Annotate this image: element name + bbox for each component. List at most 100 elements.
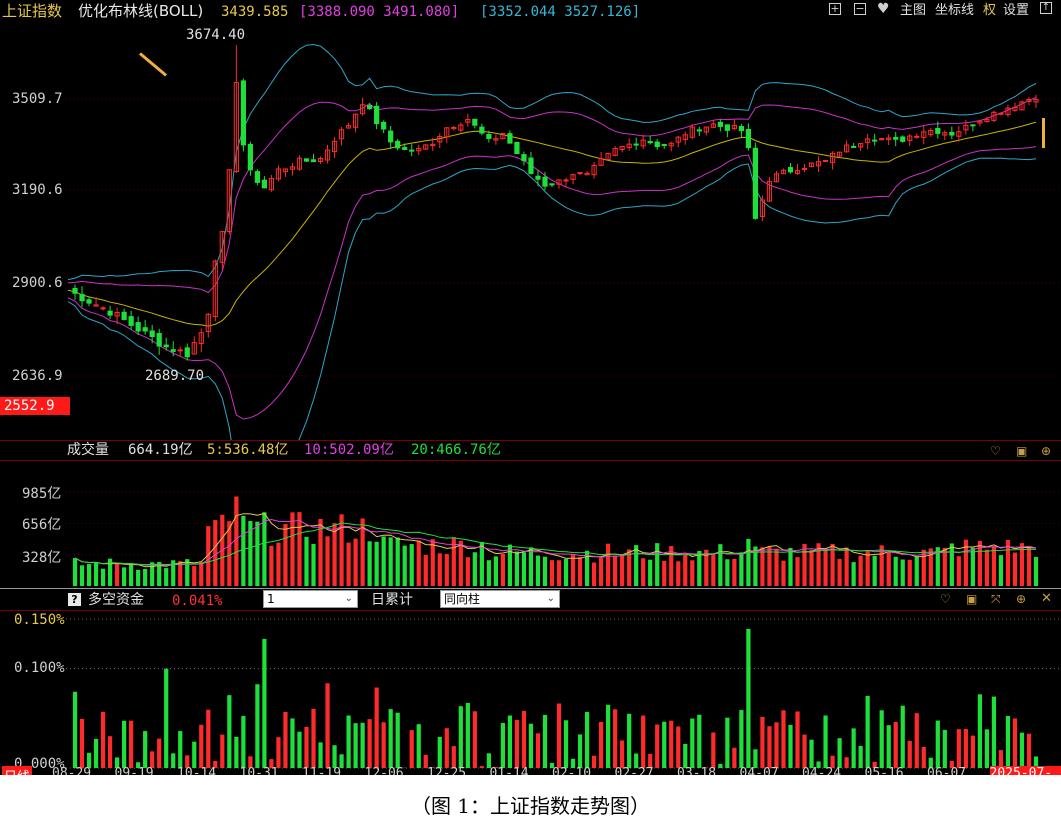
volume-bar <box>290 512 295 586</box>
date-tick-label: 05-16 <box>864 766 904 775</box>
volume-bar <box>914 556 919 586</box>
fund-flow-bar <box>591 755 597 768</box>
fund-flow-bar <box>325 683 330 768</box>
fund-flow-bar <box>921 746 926 768</box>
volume-bar <box>388 537 393 586</box>
fund-flow-bar <box>93 738 99 768</box>
menu-settings[interactable]: 设置 <box>1003 3 1029 19</box>
candle-body <box>563 179 569 182</box>
candle-body <box>402 147 408 151</box>
candle-body <box>900 136 906 142</box>
expand-icon[interactable]: ↑ <box>1040 2 1052 14</box>
fund-flow-bar <box>528 723 534 768</box>
candle-body <box>654 141 660 148</box>
fund-flow-bar <box>788 724 793 768</box>
candle-body <box>472 118 478 126</box>
volume-bar <box>949 543 954 586</box>
volume-bar <box>402 545 407 586</box>
volume-tick-label: 985亿 <box>22 486 62 502</box>
link-icon[interactable]: ⤧ <box>991 592 1001 607</box>
volume-bar <box>332 523 337 586</box>
current-price-label: 2552.9 <box>0 397 70 415</box>
fund-flow-bar <box>802 734 807 768</box>
candle-body <box>577 172 583 175</box>
fund-flow-bar <box>297 731 302 768</box>
fund-flow-bar <box>283 712 288 768</box>
volume-bar <box>234 496 239 586</box>
volume-bar <box>381 536 386 586</box>
chevron-down-icon: ⌄ <box>546 593 555 604</box>
help-icon[interactable]: ? <box>68 593 81 606</box>
volume-bar <box>725 559 730 586</box>
chevron-down-icon: ⌄ <box>344 593 353 604</box>
volume-bar <box>739 552 744 586</box>
heart-icon[interactable]: ♥ <box>877 1 890 17</box>
fund-flow-bar <box>984 729 990 768</box>
fund-tick-label: 0.100% <box>14 660 65 676</box>
save-icon[interactable]: ▣ <box>1016 444 1027 458</box>
chart-window: 上证指数 优化布林线(BOLL) 3439.585 [3388.090 3491… <box>0 0 1061 775</box>
indicator-name[interactable]: 优化布林线(BOLL) <box>78 3 203 19</box>
volume-ma20-line <box>74 522 1036 566</box>
volume-bar <box>262 512 267 586</box>
arrow-icon <box>1042 118 1045 148</box>
candle-body <box>949 131 955 136</box>
volume-bar <box>346 542 351 586</box>
volume-bar <box>86 564 92 586</box>
heart-outline-icon[interactable]: ♡ <box>940 592 951 606</box>
boll-outer-upper-line <box>67 43 1037 281</box>
period-select[interactable]: 1 ⌄ <box>263 590 358 608</box>
menu-main-chart[interactable]: 主图 <box>900 3 926 19</box>
plus-box-icon[interactable]: + <box>829 3 841 15</box>
volume-bar <box>690 560 695 586</box>
minus-box-icon[interactable]: − <box>854 3 866 15</box>
close-icon[interactable]: ✕ <box>1041 591 1052 606</box>
fund-flow-bar <box>970 735 975 768</box>
boll-inner-band: [3388.090 3491.080] <box>299 4 460 20</box>
zoom-icon[interactable]: ⊕ <box>1016 592 1026 606</box>
volume-bar <box>970 547 975 586</box>
volume-chart[interactable] <box>0 440 1061 588</box>
menu-rights[interactable]: 权 <box>983 3 996 19</box>
volume-bar <box>542 556 548 586</box>
date-tick-label: 09-19 <box>114 766 154 775</box>
fund-flow-bar <box>451 746 456 768</box>
candle-body <box>822 160 829 163</box>
candle-body <box>395 140 401 149</box>
fund-flow-bar <box>886 725 891 768</box>
fund-flow-bar <box>206 709 211 768</box>
date-tick-label: 12-06 <box>364 766 404 775</box>
volume-bar <box>486 560 491 586</box>
volume-bar <box>283 524 288 586</box>
heart-outline-icon[interactable]: ♡ <box>990 444 1001 458</box>
volume-bar <box>781 560 786 586</box>
fund-flow-bar <box>395 712 400 768</box>
save-icon[interactable]: ▣ <box>966 592 977 606</box>
candle-body <box>100 307 106 310</box>
volume-bar <box>339 514 344 586</box>
fund-flow-bar <box>542 714 548 768</box>
fund-flow-bar <box>837 738 842 768</box>
fund-flow-bar <box>276 737 281 768</box>
volume-bar <box>472 552 477 586</box>
candle-body <box>486 134 492 139</box>
fund-flow-chart[interactable] <box>0 590 1061 770</box>
panel-divider <box>0 588 1061 589</box>
candle-body <box>507 133 513 144</box>
fund-flow-bar <box>627 713 632 768</box>
volume-bar <box>865 550 870 586</box>
index-name: 上证指数 <box>2 2 63 20</box>
volume-bar <box>760 547 765 586</box>
candle-body <box>914 135 920 138</box>
zoom-icon[interactable]: ⊕ <box>1041 444 1051 458</box>
menu-coordinate-line[interactable]: 坐标线 <box>935 3 974 19</box>
volume-bar <box>409 544 414 586</box>
boll-outer-band: [3352.044 3527.126] <box>480 4 641 20</box>
fund-flow-bar <box>514 719 520 768</box>
date-axis: 日线 08-29 09-19 10-14 10-31 11-19 12-06 12-25 01-… <box>0 766 1061 775</box>
bar-mode-select[interactable]: 同向柱 ⌄ <box>440 590 560 608</box>
volume-bar <box>788 547 793 586</box>
figure-caption: （图 1：上证指数走势图） <box>410 794 651 818</box>
volume-bar <box>774 548 779 586</box>
volume-bar <box>648 559 653 586</box>
